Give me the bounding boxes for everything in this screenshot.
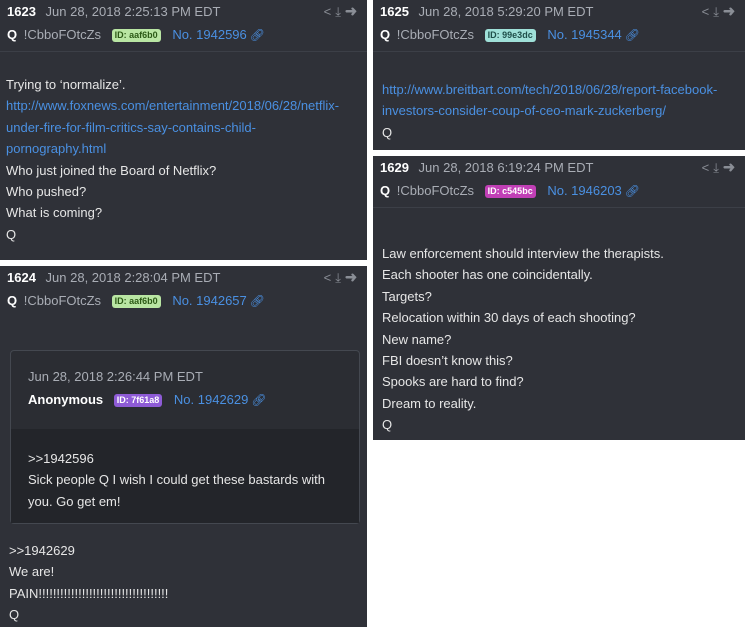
- tripcode: !CbboFOtcZs: [23, 27, 102, 42]
- quoted-body: >>1942596 Sick people Q I wish I could g…: [11, 429, 359, 523]
- poster-id-badge[interactable]: ID: aaf6b0: [111, 295, 161, 308]
- post-no-link[interactable]: No. 1942629: [174, 392, 248, 407]
- download-icon[interactable]: ⤓: [713, 160, 723, 175]
- post-1624: 1624 Jun 28, 2018 2:28:04 PM EDT Q !Cbbo…: [0, 266, 367, 627]
- link-icon[interactable]: 🔗︎: [625, 184, 640, 198]
- text-line: Who just joined the Board of Netflix?: [6, 162, 217, 178]
- text-line: Who pushed?: [6, 184, 87, 200]
- post-number[interactable]: 1623: [7, 4, 36, 19]
- post-actions: <⤓➜: [324, 4, 361, 20]
- poster-id-badge[interactable]: ID: 99e3dc: [484, 29, 536, 42]
- signature: Q: [6, 226, 17, 242]
- post-body: http://www.breitbart.com/tech/2018/06/28…: [373, 52, 745, 143]
- poster-id-badge[interactable]: ID: c545bc: [484, 185, 536, 198]
- signature: Q: [382, 417, 393, 433]
- download-icon[interactable]: ⤓: [335, 270, 345, 285]
- post-header: 1625 Jun 28, 2018 5:29:20 PM EDT Q !Cbbo…: [373, 0, 745, 52]
- download-icon[interactable]: ⤓: [335, 4, 345, 19]
- post-no-link[interactable]: No. 1946203: [547, 183, 621, 198]
- post-no-link[interactable]: No. 1945344: [547, 27, 621, 42]
- post-actions: <⤓➜: [324, 270, 361, 286]
- article-link[interactable]: http://www.foxnews.com/entertainment/201…: [6, 95, 361, 116]
- text-line: We are!: [9, 564, 55, 580]
- link-icon[interactable]: 🔗︎: [250, 28, 265, 42]
- text-line: Spooks are hard to find?: [382, 374, 524, 390]
- text-line: What is coming?: [6, 205, 103, 221]
- post-1629: 1629 Jun 28, 2018 6:19:24 PM EDT Q !Cbbo…: [373, 156, 745, 440]
- post-actions: <⤓➜: [702, 4, 739, 20]
- post-number[interactable]: 1629: [380, 160, 409, 175]
- tripcode: !CbboFOtcZs: [23, 293, 102, 308]
- post-number[interactable]: 1624: [7, 270, 36, 285]
- post-1623: 1623 Jun 28, 2018 2:25:13 PM EDT Q !Cbbo…: [0, 0, 367, 260]
- link-icon[interactable]: 🔗︎: [251, 393, 266, 407]
- author-name: Anonymous: [28, 392, 104, 407]
- reply-arrow-icon[interactable]: ➜: [723, 160, 739, 175]
- post-date: Jun 28, 2018 6:19:24 PM EDT: [418, 160, 594, 175]
- poster-id-badge[interactable]: ID: aaf6b0: [111, 29, 161, 42]
- share-icon[interactable]: <: [702, 160, 714, 175]
- text-line: Sick people Q I wish I could get these b…: [28, 472, 325, 488]
- reply-arrow-icon[interactable]: ➜: [723, 4, 739, 19]
- text-line: Relocation within 30 days of each shooti…: [382, 310, 636, 326]
- text-line: Dream to reality.: [382, 395, 477, 411]
- post-header: 1623 Jun 28, 2018 2:25:13 PM EDT Q !Cbbo…: [0, 0, 367, 52]
- post-date: Jun 28, 2018 2:26:44 PM EDT: [28, 369, 203, 384]
- post-date: Jun 28, 2018 5:29:20 PM EDT: [418, 4, 594, 19]
- text-line: Trying to ‘normalize’.: [6, 77, 126, 92]
- link-icon[interactable]: 🔗︎: [250, 294, 265, 308]
- text-line: Law enforcement should interview the the…: [382, 246, 664, 261]
- author-name: Q: [380, 27, 391, 42]
- post-date: Jun 28, 2018 2:25:13 PM EDT: [45, 4, 221, 19]
- author-name: Q: [7, 293, 18, 308]
- quoted-post: Jun 28, 2018 2:26:44 PM EDT Anonymous ID…: [10, 350, 360, 524]
- share-icon[interactable]: <: [324, 270, 336, 285]
- text-line: Each shooter has one coincidentally.: [382, 267, 593, 283]
- text-line: FBI doesn’t know this?: [382, 353, 513, 369]
- post-number[interactable]: 1625: [380, 4, 409, 19]
- share-icon[interactable]: <: [702, 4, 714, 19]
- signature: Q: [9, 607, 20, 623]
- post-body: Trying to ‘normalize’. http://www.foxnew…: [0, 52, 367, 245]
- post-no-link[interactable]: No. 1942657: [172, 293, 246, 308]
- post-body: Law enforcement should interview the the…: [373, 208, 745, 436]
- post-no-link[interactable]: No. 1942596: [172, 27, 246, 42]
- quoted-header: Jun 28, 2018 2:26:44 PM EDT Anonymous ID…: [11, 351, 359, 429]
- signature: Q: [382, 124, 393, 140]
- post-actions: <⤓➜: [702, 160, 739, 176]
- link-icon[interactable]: 🔗︎: [625, 28, 640, 42]
- author-name: Q: [380, 183, 391, 198]
- reply-arrow-icon[interactable]: ➜: [345, 270, 361, 285]
- tripcode: !CbboFOtcZs: [396, 183, 475, 198]
- article-link[interactable]: under-fire-for-film-critics-say-contains…: [6, 117, 361, 138]
- reply-reference[interactable]: >>1942629: [9, 540, 168, 561]
- poster-id-badge[interactable]: ID: 7f61a8: [113, 394, 163, 407]
- reply-reference[interactable]: >>1942596: [28, 448, 359, 469]
- article-link[interactable]: http://www.breitbart.com/tech/2018/06/28…: [382, 79, 739, 100]
- post-header: 1624 Jun 28, 2018 2:28:04 PM EDT Q !Cbbo…: [0, 266, 367, 318]
- article-link[interactable]: investors-consider-coup-of-ceo-mark-zuck…: [382, 100, 739, 121]
- text-line: you. Go get em!: [28, 493, 121, 509]
- share-icon[interactable]: <: [324, 4, 336, 19]
- text-line: PAIN!!!!!!!!!!!!!!!!!!!!!!!!!!!!!!!!!!!!: [9, 585, 169, 601]
- tripcode: !CbboFOtcZs: [396, 27, 475, 42]
- download-icon[interactable]: ⤓: [713, 4, 723, 19]
- article-link[interactable]: pornography.html: [6, 138, 361, 159]
- text-line: Targets?: [382, 288, 432, 304]
- post-1625: 1625 Jun 28, 2018 5:29:20 PM EDT Q !Cbbo…: [373, 0, 745, 150]
- post-body: >>1942629 We are! PAIN!!!!!!!!!!!!!!!!!!…: [3, 540, 174, 626]
- post-header: 1629 Jun 28, 2018 6:19:24 PM EDT Q !Cbbo…: [373, 156, 745, 208]
- text-line: New name?: [382, 331, 452, 347]
- author-name: Q: [7, 27, 18, 42]
- post-date: Jun 28, 2018 2:28:04 PM EDT: [45, 270, 221, 285]
- reply-arrow-icon[interactable]: ➜: [345, 4, 361, 19]
